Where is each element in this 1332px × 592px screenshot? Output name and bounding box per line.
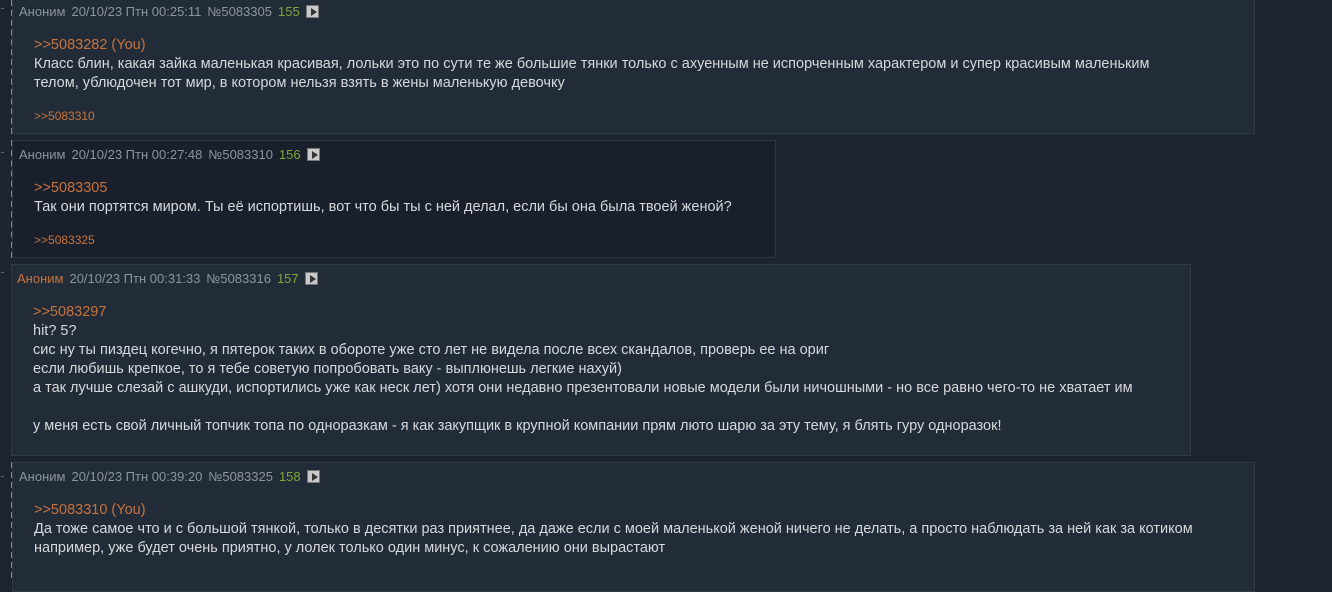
poster-name: Аноним xyxy=(19,469,66,484)
reply-link[interactable]: >>5083310 (You) xyxy=(34,501,1193,520)
post-5083316: Аноним 20/10/23 Птн 00:31:33 №5083316 15… xyxy=(11,264,1191,456)
poster-name: Аноним xyxy=(19,147,66,162)
post-number[interactable]: №5083325 xyxy=(208,469,273,484)
post-text-line: у меня есть свой личный топчик топа по о… xyxy=(33,418,1002,434)
post-5083305: Аноним 20/10/23 Птн 00:25:11 №5083305 15… xyxy=(12,0,1255,134)
post-text-line: Так они портятся миром. Ты её испортишь,… xyxy=(34,199,732,215)
reply-link[interactable]: >>5083297 xyxy=(33,303,1133,322)
play-icon[interactable] xyxy=(304,272,318,285)
post-number[interactable]: №5083316 xyxy=(206,271,271,286)
play-icon[interactable] xyxy=(305,5,319,18)
play-icon[interactable] xyxy=(306,470,320,483)
post-body: >>5083282 (You) Класс блин, какая зайка … xyxy=(34,36,1149,93)
post-header: Аноним 20/10/23 Птн 00:25:11 №5083305 15… xyxy=(19,4,325,19)
post-text-line: hit? 5? xyxy=(33,323,77,339)
play-icon[interactable] xyxy=(306,148,320,161)
thread-line-dot xyxy=(1,152,4,153)
thread-line-dot xyxy=(1,8,4,9)
post-text-line: сис ну ты пиздец когечно, я пятерок таки… xyxy=(33,342,830,358)
backlink[interactable]: >>5083325 xyxy=(34,233,95,247)
post-date: 20/10/23 Птн 00:39:20 xyxy=(71,469,203,484)
thread-line-dot xyxy=(1,476,4,477)
post-count: 157 xyxy=(276,271,299,286)
poster-name: Аноним xyxy=(17,271,64,286)
post-header: Аноним 20/10/23 Птн 00:31:33 №5083316 15… xyxy=(17,271,324,286)
post-text-line: например, уже будет очень приятно, у лол… xyxy=(34,540,666,556)
post-text-line: Да тоже самое что и с большой тянкой, то… xyxy=(34,521,1193,537)
post-body: >>5083310 (You) Да тоже самое что и с бо… xyxy=(34,501,1193,558)
post-number[interactable]: №5083310 xyxy=(208,147,273,162)
post-header: Аноним 20/10/23 Птн 00:39:20 №5083325 15… xyxy=(19,469,326,484)
post-body: >>5083297 hit? 5? сис ну ты пиздец когеч… xyxy=(33,303,1133,436)
thread-line-dot xyxy=(1,272,4,273)
post-number[interactable]: №5083305 xyxy=(207,4,272,19)
post-5083310: Аноним 20/10/23 Птн 00:27:48 №5083310 15… xyxy=(12,140,776,258)
poster-name: Аноним xyxy=(19,4,66,19)
post-5083325: Аноним 20/10/23 Птн 00:39:20 №5083325 15… xyxy=(12,462,1255,592)
post-count: 155 xyxy=(277,4,300,19)
post-text-line: а так лучше слезай с ашкуди, испортились… xyxy=(33,380,1133,396)
reply-link[interactable]: >>5083282 (You) xyxy=(34,36,1149,55)
post-body: >>5083305 Так они портятся миром. Ты её … xyxy=(34,179,732,217)
post-text-line: телом, ублюдочен тот мир, в котором нель… xyxy=(34,75,565,91)
backlink[interactable]: >>5083310 xyxy=(34,109,95,123)
post-header: Аноним 20/10/23 Птн 00:27:48 №5083310 15… xyxy=(19,147,326,162)
post-count: 156 xyxy=(278,147,301,162)
post-date: 20/10/23 Птн 00:25:11 xyxy=(71,4,202,19)
post-count: 158 xyxy=(278,469,301,484)
post-date: 20/10/23 Птн 00:27:48 xyxy=(71,147,203,162)
post-text-line: если любишь крепкое, то я тебе советую п… xyxy=(33,361,622,377)
post-date: 20/10/23 Птн 00:31:33 xyxy=(69,271,201,286)
post-text-line: Класс блин, какая зайка маленькая красив… xyxy=(34,56,1150,72)
reply-link[interactable]: >>5083305 xyxy=(34,179,732,198)
